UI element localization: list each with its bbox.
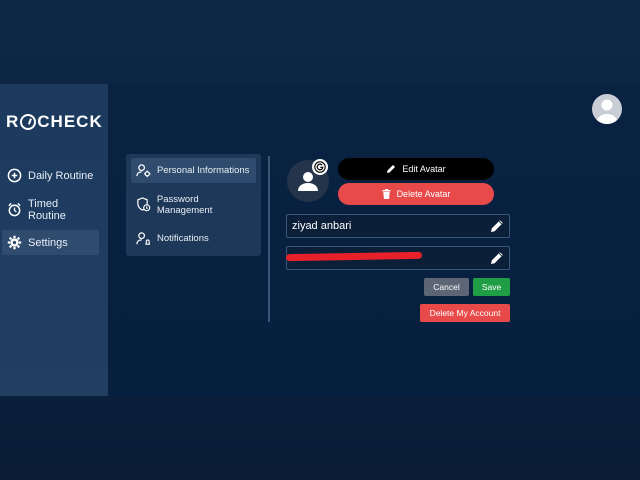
- delete-account-button[interactable]: Delete My Account: [420, 304, 510, 322]
- settings-menu: Personal Informations Password Managemen…: [126, 154, 261, 256]
- user-gear-icon: [136, 164, 151, 178]
- panel-divider: [268, 156, 270, 322]
- sidebar-item-label: Daily Routine: [28, 169, 94, 182]
- save-button[interactable]: Save: [473, 278, 510, 296]
- sidebar: R CHECK Daily Routine Timed Routine Sett…: [0, 84, 108, 396]
- pencil-icon[interactable]: [489, 218, 505, 234]
- bottom-backdrop: [0, 396, 640, 480]
- edit-avatar-button[interactable]: Edit Avatar: [338, 158, 494, 180]
- logo-check-icon: [20, 114, 37, 130]
- shield-lock-icon: [137, 197, 151, 212]
- name-field-value: ziyad anbari: [292, 220, 352, 232]
- pencil-icon: [387, 165, 396, 173]
- settings-item-personal-informations[interactable]: Personal Informations: [131, 158, 256, 183]
- settings-item-password-management[interactable]: Password Management: [131, 192, 256, 217]
- google-icon: [314, 161, 326, 173]
- google-badge: [312, 159, 328, 175]
- user-avatar[interactable]: [592, 94, 622, 124]
- alarm-clock-icon: [8, 202, 21, 217]
- settings-item-notifications[interactable]: Notifications: [131, 226, 256, 251]
- logo-text-left: R: [6, 112, 20, 131]
- sidebar-item-label: Settings: [28, 236, 68, 249]
- app-logo: R CHECK: [6, 112, 103, 132]
- settings-item-label: Notifications: [157, 233, 209, 244]
- trash-icon: [382, 189, 391, 199]
- sidebar-item-label: Timed Routine: [28, 197, 66, 222]
- edit-avatar-label: Edit Avatar: [402, 164, 446, 174]
- name-field[interactable]: ziyad anbari: [286, 214, 510, 238]
- app-window: R CHECK Daily Routine Timed Routine Sett…: [0, 84, 640, 396]
- gear-icon: [7, 235, 22, 250]
- delete-avatar-button[interactable]: Delete Avatar: [338, 183, 494, 205]
- pencil-icon[interactable]: [489, 250, 505, 266]
- sidebar-item-timed-routine[interactable]: Timed Routine: [2, 197, 99, 222]
- sidebar-item-settings[interactable]: Settings: [2, 230, 99, 255]
- user-bell-icon: [136, 232, 151, 245]
- top-backdrop: [0, 0, 640, 84]
- settings-item-label: Password Management: [156, 193, 213, 216]
- cancel-button[interactable]: Cancel: [424, 278, 469, 296]
- plus-circle-icon: [7, 168, 22, 183]
- delete-avatar-label: Delete Avatar: [396, 189, 451, 199]
- logo-text-right: CHECK: [37, 112, 103, 131]
- sidebar-item-daily-routine[interactable]: Daily Routine: [2, 163, 99, 188]
- settings-item-label: Personal Informations: [157, 165, 250, 176]
- user-icon: [596, 99, 618, 124]
